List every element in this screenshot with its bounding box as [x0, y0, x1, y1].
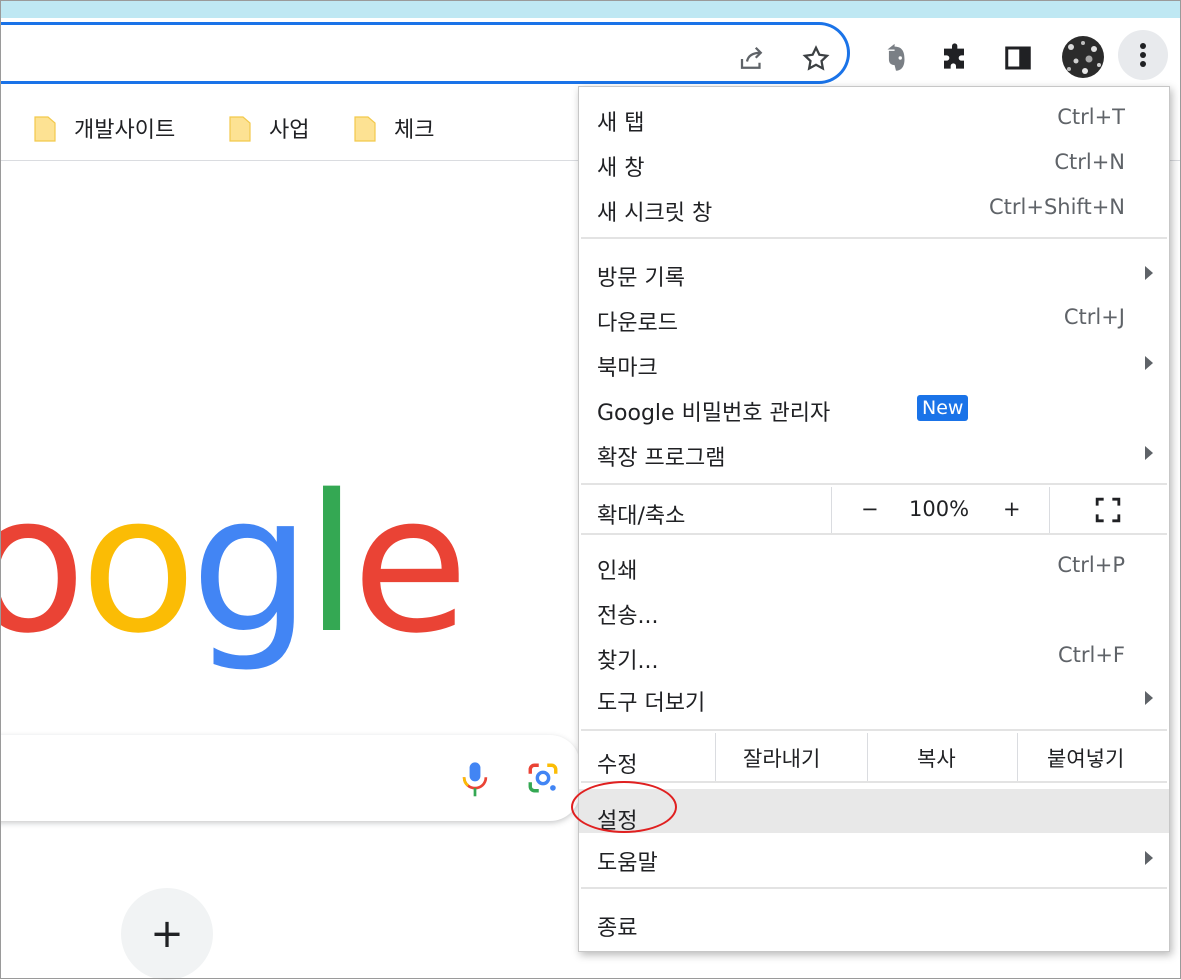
- menu-separator: [581, 237, 1167, 239]
- menu-item-exit[interactable]: 종료: [579, 902, 1169, 946]
- folder-icon: [354, 116, 376, 142]
- menu-row-zoom: 확대/축소 − 100% +: [579, 487, 1169, 533]
- menu-label: 방문 기록: [597, 266, 685, 291]
- menu-item-extensions[interactable]: 확장 프로그램: [579, 432, 1169, 476]
- more-vert-icon: [1140, 43, 1146, 67]
- zoom-out-button[interactable]: −: [861, 497, 879, 521]
- shortcut-label: Ctrl+F: [1057, 643, 1125, 667]
- bookmark-folder-business[interactable]: 사업: [229, 112, 309, 144]
- logo-letter: o: [0, 454, 86, 675]
- menu-separator: [581, 533, 1167, 535]
- share-icon[interactable]: [734, 41, 770, 77]
- menu-item-find[interactable]: 찾기... Ctrl+F: [579, 635, 1169, 679]
- menu-item-help[interactable]: 도움말: [579, 837, 1169, 881]
- menu-item-bookmarks[interactable]: 북마크: [579, 342, 1169, 386]
- shortcut-label: Ctrl+Shift+N: [989, 195, 1125, 219]
- add-shortcut-button[interactable]: +: [121, 888, 213, 980]
- title-bar: [0, 0, 1181, 18]
- folder-icon: [34, 116, 56, 142]
- menu-item-print[interactable]: 인쇄 Ctrl+P: [579, 545, 1169, 589]
- toolbar: [0, 18, 1181, 90]
- paste-button[interactable]: 붙여넣기: [1047, 743, 1124, 773]
- submenu-arrow-icon: [1145, 446, 1153, 460]
- shortcut-label: Ctrl+T: [1057, 105, 1125, 129]
- fullscreen-icon[interactable]: [1095, 497, 1121, 529]
- menu-item-new-tab[interactable]: 새 탭 Ctrl+T: [579, 97, 1169, 141]
- google-logo: oogle: [0, 470, 469, 660]
- copy-button[interactable]: 복사: [917, 743, 956, 773]
- cut-button[interactable]: 잘라내기: [743, 743, 820, 773]
- menu-separator: [581, 887, 1167, 889]
- google-search-box[interactable]: [0, 735, 580, 821]
- menu-label: 도움말: [597, 851, 658, 876]
- profile-avatar[interactable]: [1060, 34, 1106, 80]
- menu-row-edit: 수정 잘라내기 복사 붙여넣기: [579, 733, 1169, 781]
- bookmark-label: 체크: [394, 118, 435, 143]
- menu-item-history[interactable]: 방문 기록: [579, 252, 1169, 296]
- zoom-level-value: 100%: [909, 497, 970, 521]
- menu-item-password-manager[interactable]: Google 비밀번호 관리자 New: [579, 387, 1169, 431]
- menu-label: 새 시크릿 창: [597, 201, 713, 226]
- menu-label: 다운로드: [597, 311, 678, 336]
- menu-label: 확장 프로그램: [597, 446, 726, 471]
- menu-label: 종료: [597, 916, 638, 941]
- menu-item-more-tools[interactable]: 도구 더보기: [579, 677, 1169, 721]
- zoom-divider: [1049, 487, 1050, 533]
- bookmark-folder-check[interactable]: 체크: [354, 112, 434, 144]
- logo-letter: l: [305, 454, 358, 675]
- bookmark-folder-dev[interactable]: 개발사이트: [34, 112, 175, 144]
- new-badge: New: [917, 395, 969, 421]
- menu-label: 인쇄: [597, 559, 638, 584]
- chrome-menu-button[interactable]: [1118, 30, 1168, 80]
- logo-letter: e: [351, 454, 469, 675]
- submenu-arrow-icon: [1145, 691, 1153, 705]
- google-lens-icon[interactable]: [526, 761, 560, 799]
- submenu-arrow-icon: [1145, 266, 1153, 280]
- voice-search-mic-icon[interactable]: [458, 761, 492, 803]
- menu-label: 전송...: [597, 604, 659, 629]
- menu-item-cast[interactable]: 전송...: [579, 590, 1169, 634]
- side-panel-icon[interactable]: [998, 38, 1038, 78]
- zoom-in-button[interactable]: +: [1003, 497, 1021, 521]
- menu-label: 새 창: [597, 156, 645, 181]
- menu-item-downloads[interactable]: 다운로드 Ctrl+J: [579, 297, 1169, 341]
- shortcut-label: Ctrl+P: [1057, 553, 1125, 577]
- edit-divider: [1017, 733, 1018, 781]
- menu-separator: [581, 781, 1167, 783]
- zoom-divider: [831, 487, 832, 533]
- bookmark-label: 개발사이트: [74, 118, 176, 143]
- logo-letter: g: [190, 454, 312, 675]
- submenu-arrow-icon: [1145, 356, 1153, 370]
- menu-label: 북마크: [597, 356, 658, 381]
- menu-separator: [581, 483, 1167, 485]
- menu-label: 도구 더보기: [597, 691, 706, 716]
- menu-label: Google 비밀번호 관리자: [597, 401, 831, 426]
- menu-item-new-window[interactable]: 새 창 Ctrl+N: [579, 142, 1169, 186]
- menu-label: 확대/축소: [597, 504, 686, 529]
- annotation-highlight-circle: [571, 781, 677, 833]
- submenu-arrow-icon: [1145, 851, 1153, 865]
- address-bar[interactable]: [0, 22, 850, 84]
- bookmark-label: 사업: [269, 118, 310, 143]
- plus-icon: +: [150, 911, 184, 957]
- menu-label: 찾기...: [597, 649, 659, 674]
- logo-letter: o: [80, 454, 196, 675]
- evernote-extension-icon[interactable]: [876, 38, 916, 78]
- menu-item-incognito[interactable]: 새 시크릿 창 Ctrl+Shift+N: [579, 187, 1169, 231]
- shortcut-label: Ctrl+J: [1063, 305, 1125, 329]
- extensions-puzzle-icon[interactable]: [936, 38, 976, 78]
- folder-icon: [229, 116, 251, 142]
- star-icon[interactable]: [798, 41, 834, 77]
- shortcut-label: Ctrl+N: [1054, 150, 1125, 174]
- menu-label: 수정: [597, 753, 638, 778]
- menu-separator: [581, 729, 1167, 731]
- menu-label: 새 탭: [597, 111, 645, 136]
- edit-divider: [715, 733, 716, 781]
- edit-divider: [867, 733, 868, 781]
